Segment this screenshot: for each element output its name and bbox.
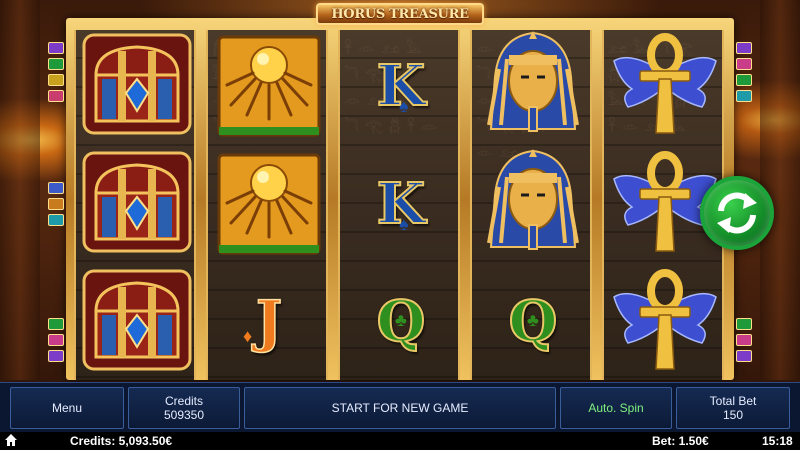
payline-marker: [736, 318, 752, 330]
game-title: HORUS TREASURE: [331, 6, 469, 22]
winged-ankh-icon: [613, 269, 717, 370]
payline-marker: [736, 58, 752, 70]
payline-marker: [48, 90, 64, 102]
menu-button[interactable]: Menu: [10, 387, 124, 429]
reel-2: 𓆣𓋹𓁹𓃭𓅓𓆓𓂀𓋹𓁹𓃭𓅓𓆓𓂀𓆣𓋹𓁹 J ♦: [206, 30, 328, 380]
auto-spin-button[interactable]: Auto. Spin: [560, 387, 672, 429]
payline-marker: [48, 214, 64, 226]
symbol-treasure-chest: [79, 146, 195, 258]
payline-markers-right-bottom: [736, 318, 752, 366]
diamond-suit-icon: ♦: [243, 326, 253, 346]
total-bet-value: 150: [722, 408, 744, 422]
treasure-chest-icon: [82, 33, 192, 135]
symbol-letter-k: K ♠: [343, 148, 459, 260]
reel-4: 𓁹𓃭𓅓𓆓𓂀𓆣𓋹𓁹𓃭𓅓𓆓𓂀𓆣𓋹𓁹𓃭 Q ♣: [470, 30, 592, 380]
pillar-left: [0, 0, 40, 380]
payline-marker: [48, 350, 64, 362]
payline-marker: [736, 90, 752, 102]
reel-1: 𓂀𓆣𓋹𓁹𓃭𓅓𓆓𓂀𓋹𓁹𓃭𓅓𓆓𓂀𓆣𓋹: [74, 30, 196, 380]
payline-marker: [48, 42, 64, 54]
payline-marker: [48, 74, 64, 86]
game-title-plate: HORUS TREASURE: [316, 3, 484, 25]
payline-marker: [736, 334, 752, 346]
total-bet-label: Total Bet: [709, 394, 757, 408]
payline-marker: [48, 334, 64, 346]
credits-display: Credits 509350: [128, 387, 240, 429]
payline-marker: [48, 198, 64, 210]
payline-marker: [736, 350, 752, 362]
club-suit-icon: ♣: [395, 310, 407, 330]
spade-suit-icon: ♠: [399, 96, 409, 116]
status-credits: Credits: 5,093.50€: [70, 434, 173, 448]
payline-markers-left-bottom: [48, 318, 64, 366]
symbol-sun-scarab: [211, 30, 327, 142]
club-suit-icon: ♣: [527, 310, 539, 330]
home-icon[interactable]: [4, 433, 18, 450]
sun-disc-icon: [217, 153, 321, 255]
pharaoh-mask-icon: [487, 149, 579, 250]
payline-markers-left-top: [48, 42, 64, 106]
treasure-chest-icon: [82, 151, 192, 253]
symbol-pharaoh-mask: [475, 28, 591, 140]
status-clock: 15:18: [762, 434, 793, 448]
credits-value: 509350: [163, 408, 205, 422]
payline-marker: [48, 318, 64, 330]
symbol-sun-scarab: [211, 148, 327, 260]
total-bet-button[interactable]: Total Bet 150: [676, 387, 790, 429]
menu-label: Menu: [51, 401, 83, 415]
winged-ankh-icon: [613, 33, 717, 134]
treasure-chest-icon: [82, 269, 192, 371]
status-bar: Credits: 5,093.50€ Bet: 1.50€ 15:18: [0, 432, 800, 450]
payline-marker: [736, 42, 752, 54]
symbol-letter-q: Q ♣: [475, 266, 591, 378]
pharaoh-mask-icon: [487, 31, 579, 132]
payline-marker: [48, 58, 64, 70]
control-bar: Menu Credits 509350 START FOR NEW GAME A…: [0, 382, 800, 432]
symbol-pharaoh-mask: [475, 146, 591, 258]
payline-marker: [736, 74, 752, 86]
spade-suit-icon: ♠: [399, 214, 409, 234]
symbol-letter-k: K ♠: [343, 30, 459, 142]
start-label: START FOR NEW GAME: [331, 401, 469, 415]
refresh-arrows-icon: [717, 192, 757, 234]
symbol-letter-q: Q ♣: [343, 266, 459, 378]
status-bet: Bet: 1.50€: [652, 434, 709, 448]
symbol-treasure-chest: [79, 264, 195, 376]
symbol-letter-j: J ♦: [211, 266, 327, 378]
symbol-winged-ankh: [607, 28, 723, 140]
letter-j: J: [255, 289, 283, 355]
credits-label: Credits: [164, 394, 203, 408]
payline-markers-left-mid: [48, 182, 64, 230]
payline-marker: [48, 182, 64, 194]
sun-disc-icon: [217, 35, 321, 137]
symbol-winged-ankh: [607, 264, 723, 376]
auto-spin-label: Auto. Spin: [588, 401, 644, 415]
spin-button[interactable]: [700, 176, 774, 250]
reel-3: 𓋹𓁹𓃭𓅓𓆓𓂀𓆣𓋹𓁹𓃭𓅓𓆓𓂀𓆣𓋹𓁹 K ♠ K ♠ Q ♣: [338, 30, 460, 380]
symbol-treasure-chest: [79, 28, 195, 140]
start-button[interactable]: START FOR NEW GAME: [244, 387, 556, 429]
payline-markers-right-top: [736, 42, 752, 106]
